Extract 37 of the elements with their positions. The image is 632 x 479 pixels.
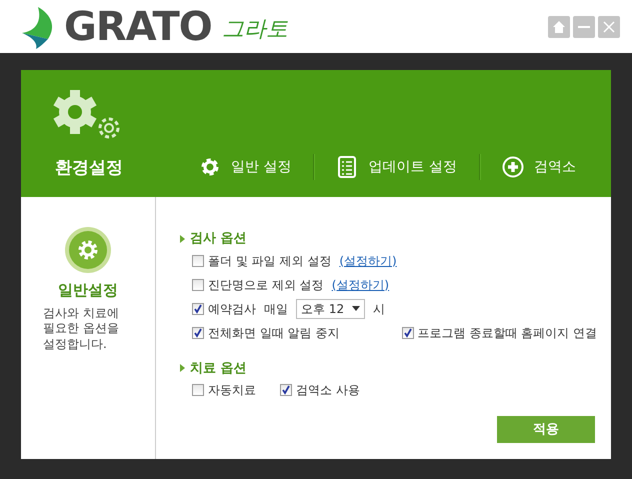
option-label: 매일 bbox=[264, 300, 288, 318]
close-button[interactable] bbox=[598, 16, 620, 38]
sidebar-description: 검사와 치료에 필요한 옵션을 설정합니다. bbox=[43, 306, 120, 352]
minimize-button[interactable] bbox=[573, 16, 595, 38]
caret-icon bbox=[352, 306, 360, 311]
check-icon bbox=[281, 385, 292, 395]
settings-link[interactable]: (설정하기) bbox=[339, 252, 397, 270]
time-select[interactable]: 오후 12 bbox=[296, 298, 366, 318]
header-title: 환경설정 bbox=[55, 156, 123, 180]
plus-circle-icon bbox=[502, 156, 524, 178]
checkbox[interactable]: 전체화면 일때 알림 중지 bbox=[192, 324, 340, 342]
arrow-icon bbox=[180, 364, 186, 372]
option-label: 시 bbox=[373, 300, 386, 318]
settings-link[interactable]: (설정하기) bbox=[332, 276, 390, 294]
sidebar-title: 일반설정 bbox=[58, 280, 118, 301]
tab[interactable]: 검역소 bbox=[480, 153, 598, 181]
checkbox[interactable]: 예약검사 bbox=[192, 300, 256, 318]
checkbox[interactable]: 진단명으로 제외 설정 bbox=[192, 276, 324, 294]
gear-icon bbox=[199, 156, 221, 178]
section-title: 치료 옵션 bbox=[190, 360, 247, 378]
logo-text: GRATO bbox=[64, 6, 212, 46]
section-title: 검사 옵션 bbox=[190, 230, 247, 248]
checkbox[interactable]: 폴더 및 파일 제외 설정 bbox=[192, 252, 332, 270]
gear-icon bbox=[65, 227, 112, 273]
check-icon bbox=[193, 304, 204, 314]
minimize-icon bbox=[578, 26, 590, 28]
checkbox[interactable]: 프로그램 종료할때 홈페이지 연결 bbox=[402, 324, 597, 342]
tab[interactable]: 일반 설정 bbox=[177, 153, 314, 181]
logo-subtitle: 그라토 bbox=[222, 16, 288, 44]
check-icon bbox=[193, 328, 204, 338]
arrow-icon bbox=[180, 234, 186, 243]
checkbox[interactable]: 자동치료 bbox=[192, 381, 256, 399]
checkbox[interactable]: 검역소 사용 bbox=[280, 381, 360, 399]
list-icon bbox=[336, 156, 358, 178]
check-icon bbox=[402, 328, 413, 338]
tab[interactable]: 업데이트 설정 bbox=[314, 153, 479, 181]
home-button[interactable] bbox=[548, 16, 570, 38]
